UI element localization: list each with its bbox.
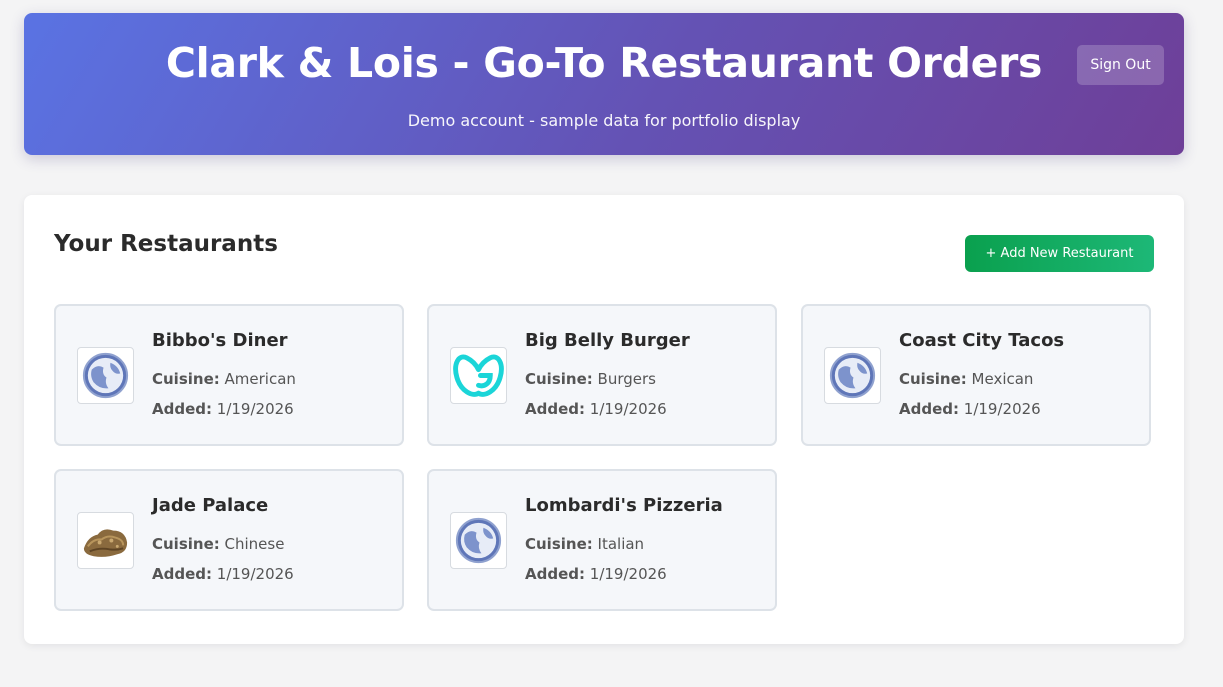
cuisine-value: Mexican bbox=[971, 370, 1034, 388]
restaurant-cuisine: Cuisine: Italian bbox=[525, 535, 644, 553]
added-label: Added: bbox=[899, 400, 959, 418]
restaurant-cuisine: Cuisine: Chinese bbox=[152, 535, 284, 553]
restaurant-name: Lombardi's Pizzeria bbox=[525, 495, 723, 516]
cuisine-label: Cuisine: bbox=[152, 370, 220, 388]
cuisine-value: Chinese bbox=[224, 535, 285, 553]
restaurant-cuisine: Cuisine: American bbox=[152, 370, 296, 388]
added-value: 1/19/2026 bbox=[216, 400, 294, 418]
restaurant-card[interactable]: Bibbo's Diner Cuisine: American Added: 1… bbox=[54, 304, 404, 446]
page-header: Clark & Lois - Go-To Restaurant Orders D… bbox=[24, 13, 1184, 155]
added-label: Added: bbox=[152, 565, 212, 583]
restaurant-name: Bibbo's Diner bbox=[152, 330, 288, 351]
restaurant-card[interactable]: Big Belly Burger Cuisine: Burgers Added:… bbox=[427, 304, 777, 446]
globe-icon bbox=[77, 347, 134, 404]
restaurant-added: Added: 1/19/2026 bbox=[152, 400, 294, 418]
restaurant-added: Added: 1/19/2026 bbox=[152, 565, 294, 583]
added-value: 1/19/2026 bbox=[589, 400, 667, 418]
cuisine-value: Burgers bbox=[597, 370, 656, 388]
restaurant-name: Coast City Tacos bbox=[899, 330, 1065, 351]
restaurant-card[interactable]: Coast City Tacos Cuisine: Mexican Added:… bbox=[801, 304, 1151, 446]
cuisine-label: Cuisine: bbox=[899, 370, 967, 388]
cuisine-label: Cuisine: bbox=[525, 370, 593, 388]
added-label: Added: bbox=[525, 400, 585, 418]
cuisine-label: Cuisine: bbox=[152, 535, 220, 553]
add-restaurant-button[interactable]: + Add New Restaurant bbox=[965, 235, 1154, 272]
restaurant-added: Added: 1/19/2026 bbox=[525, 400, 667, 418]
restaurant-name: Jade Palace bbox=[152, 495, 269, 516]
cuisine-label: Cuisine: bbox=[525, 535, 593, 553]
section-title: Your Restaurants bbox=[54, 231, 278, 257]
added-value: 1/19/2026 bbox=[963, 400, 1041, 418]
restaurant-name: Big Belly Burger bbox=[525, 330, 690, 351]
cuisine-value: American bbox=[224, 370, 296, 388]
added-label: Added: bbox=[525, 565, 585, 583]
sign-out-button[interactable]: Sign Out bbox=[1077, 45, 1164, 85]
godaddy-logo-icon bbox=[450, 347, 507, 404]
page-title: Clark & Lois - Go-To Restaurant Orders bbox=[165, 39, 1043, 87]
restaurants-panel: Your Restaurants + Add New Restaurant Bi… bbox=[24, 195, 1184, 644]
restaurant-added: Added: 1/19/2026 bbox=[525, 565, 667, 583]
restaurant-card[interactable]: Jade Palace Cuisine: Chinese Added: 1/19… bbox=[54, 469, 404, 611]
page-subtitle: Demo account - sample data for portfolio… bbox=[407, 111, 801, 130]
added-label: Added: bbox=[152, 400, 212, 418]
added-value: 1/19/2026 bbox=[589, 565, 667, 583]
globe-icon bbox=[450, 512, 507, 569]
restaurant-card[interactable]: Lombardi's Pizzeria Cuisine: Italian Add… bbox=[427, 469, 777, 611]
added-value: 1/19/2026 bbox=[216, 565, 294, 583]
restaurant-added: Added: 1/19/2026 bbox=[899, 400, 1041, 418]
globe-icon bbox=[824, 347, 881, 404]
food-photo-icon bbox=[77, 512, 134, 569]
cuisine-value: Italian bbox=[597, 535, 645, 553]
restaurant-cuisine: Cuisine: Mexican bbox=[899, 370, 1033, 388]
restaurant-cuisine: Cuisine: Burgers bbox=[525, 370, 656, 388]
